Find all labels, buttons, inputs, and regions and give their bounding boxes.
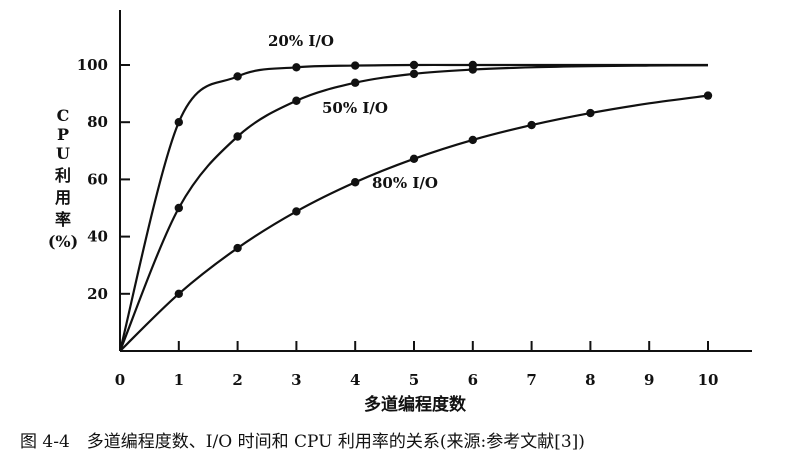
- series-label-20: 20% I/O: [268, 32, 334, 50]
- data-point: [233, 72, 242, 81]
- y-axis-title-char: (%): [48, 232, 78, 251]
- y-axis-title: CPU利用率 (%): [48, 106, 78, 251]
- data-point: [409, 60, 419, 70]
- data-point: [351, 61, 360, 70]
- x-tick-label: 9: [644, 371, 654, 389]
- y-axis-title-char: 率: [55, 210, 71, 229]
- x-tick-label: 3: [291, 371, 301, 389]
- x-tick-label: 1: [174, 371, 184, 389]
- y-axis-title-char: 用: [55, 188, 71, 207]
- ticks: 0 1 2 3 4 5 6 7 8 9 10 20 40 60 80 100: [77, 56, 719, 389]
- x-tick-label: 4: [350, 371, 360, 389]
- y-tick-label: 60: [87, 170, 108, 188]
- data-point: [292, 207, 301, 216]
- x-tick-label: 7: [526, 371, 536, 389]
- data-point: [703, 91, 713, 100]
- y-tick-label: 20: [87, 285, 108, 303]
- series-markers: [174, 60, 713, 298]
- data-point: [586, 108, 595, 118]
- x-tick-label: 6: [468, 371, 478, 389]
- series-lines: [118, 63, 709, 352]
- x-tick-label: 10: [698, 371, 719, 389]
- data-point: [292, 96, 301, 105]
- x-tick-label: 8: [585, 371, 595, 389]
- y-axis-title-char: C: [57, 106, 70, 125]
- data-point: [351, 178, 360, 187]
- x-tick-label: 2: [232, 371, 242, 389]
- data-point: [174, 118, 183, 127]
- data-point: [527, 120, 536, 130]
- data-point: [233, 243, 242, 253]
- series-label-50: 50% I/O: [322, 99, 388, 117]
- data-point: [174, 289, 183, 298]
- y-axis-title-char: U: [56, 144, 70, 163]
- x-tick-label: 0: [115, 371, 125, 389]
- data-point: [233, 132, 242, 141]
- series-labels: 20% I/O 50% I/O 80% I/O: [268, 32, 438, 192]
- x-tick-label: 5: [409, 371, 419, 389]
- data-point: [174, 203, 183, 213]
- series-line-2: [119, 94, 709, 352]
- figure-caption: 图 4-4 多道编程度数、I/O 时间和 CPU 利用率的关系(来源:参考文献[…: [20, 432, 585, 452]
- data-point: [292, 63, 301, 72]
- y-axis-title-char: 利: [55, 166, 71, 185]
- x-axis-title: 多道编程度数: [364, 394, 467, 415]
- series-label-80: 80% I/O: [372, 174, 438, 192]
- cpu-utilization-chart: 0 1 2 3 4 5 6 7 8 9 10 20 40 60 80 100 20% I/O 50% I/O …: [20, 10, 752, 452]
- data-point: [468, 135, 477, 145]
- data-point: [409, 69, 419, 79]
- data-point: [351, 78, 360, 87]
- data-point: [409, 154, 419, 164]
- data-point: [468, 65, 477, 74]
- y-tick-label: 80: [87, 113, 108, 131]
- y-axis-title-char: P: [57, 125, 69, 144]
- y-tick-label: 100: [77, 56, 108, 74]
- y-tick-label: 40: [87, 228, 108, 246]
